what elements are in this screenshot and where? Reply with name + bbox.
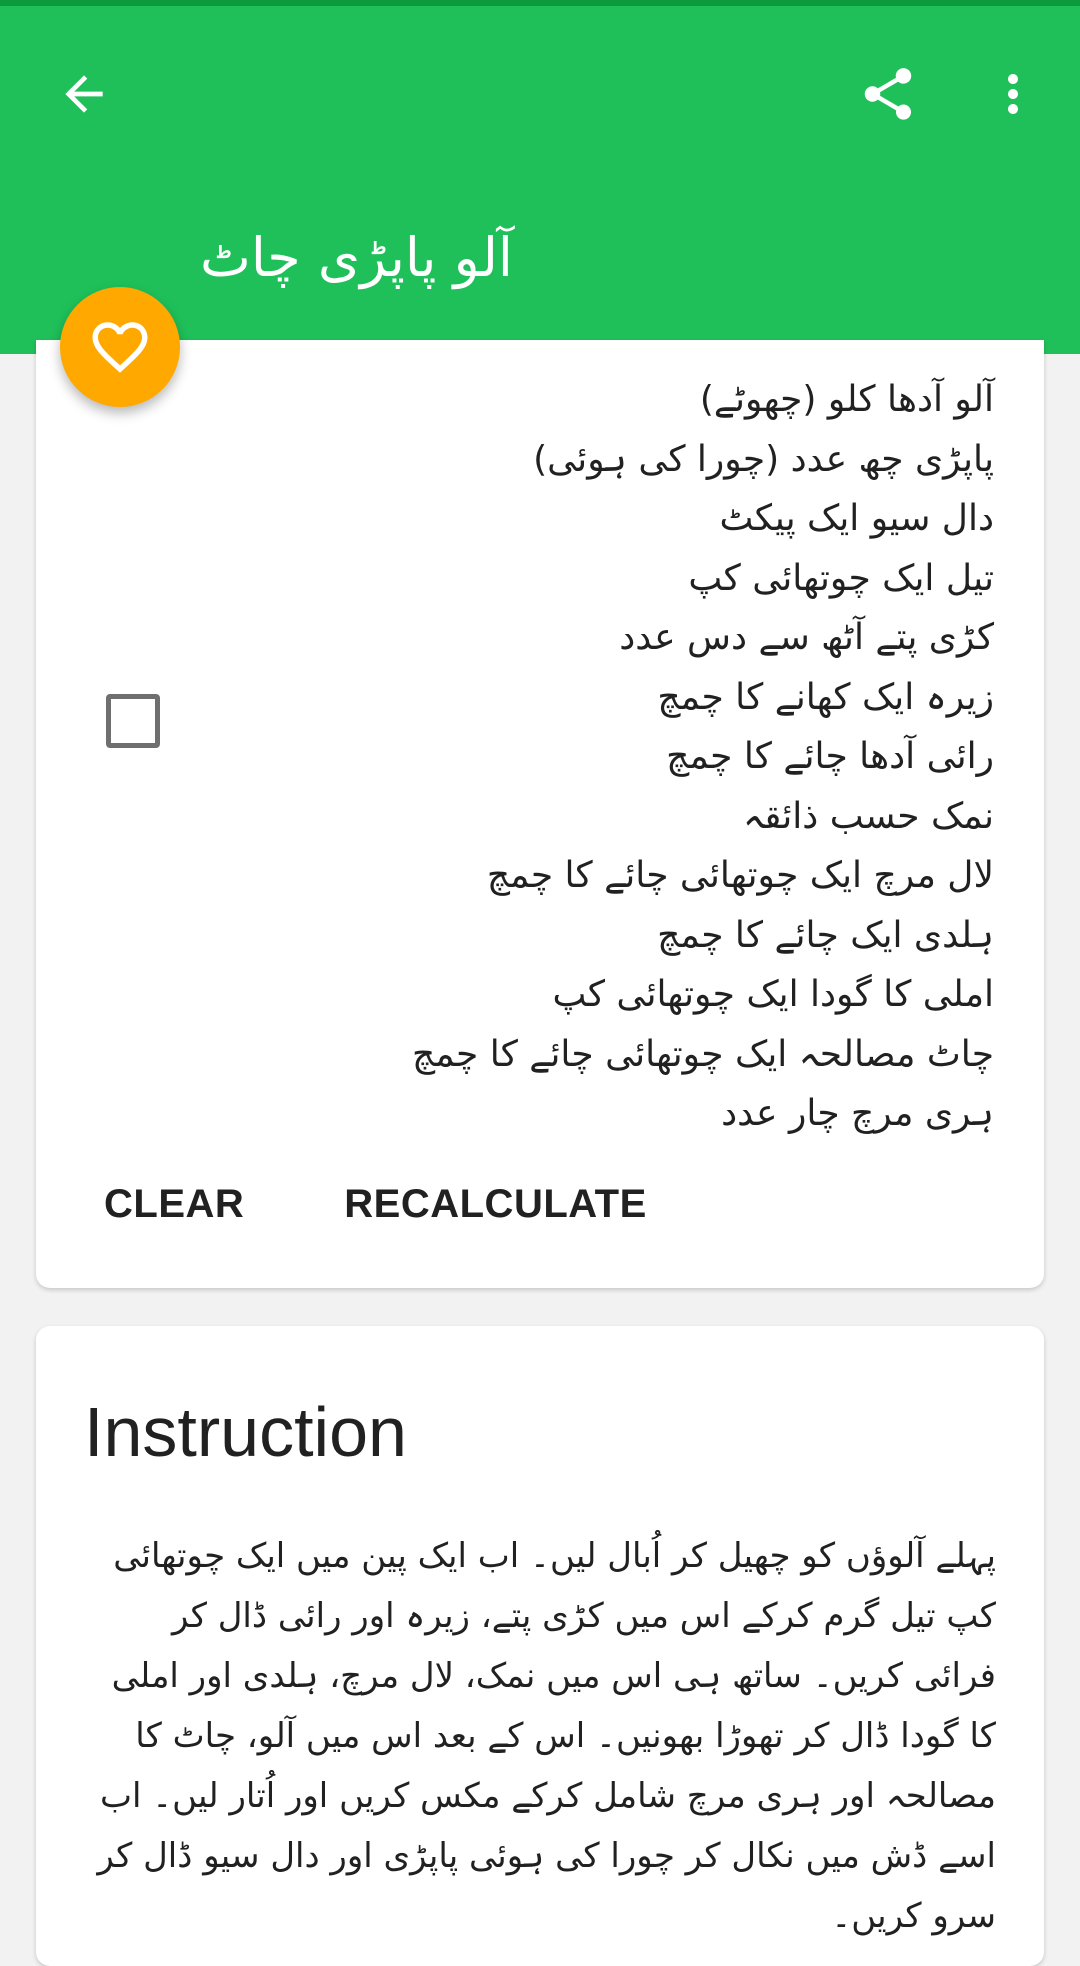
back-button[interactable] [36, 46, 132, 142]
heart-icon [92, 322, 148, 373]
ingredients-card: آلو آدھا کلو (چھوٹے) پاپڑی چھ عدد (چورا … [36, 340, 1044, 1288]
ingredient-item: لال مرچ ایک چوتھائی چائے کا چمچ [486, 855, 994, 896]
ingredient-item: چاٹ مصالحہ ایک چوتھائی چائے کا چمچ [412, 1033, 994, 1075]
ingredient-item: ہلدی ایک چائے کا چمچ [657, 914, 994, 956]
instruction-card: Instruction پہلے آلوؤں کو چھیل کر اُبال … [36, 1326, 1044, 1966]
instruction-title: Instruction [84, 1393, 407, 1471]
share-icon [864, 68, 912, 120]
app-bar: آلو پاپڑی چاٹ [0, 6, 1080, 354]
ingredient-item: املی کا گودا ایک چوتھائی کپ [552, 974, 995, 1015]
share-button[interactable] [840, 46, 936, 142]
instruction-text: پہلے آلوؤں کو چھیل کر اُبال لیں۔ اب ایک … [97, 1536, 996, 1936]
more-options-button[interactable] [965, 46, 1061, 142]
clear-button[interactable]: CLEAR [104, 1182, 244, 1227]
ingredients-checkbox[interactable] [106, 694, 160, 748]
ingredient-item: دال سیو ایک پیکٹ [719, 498, 995, 539]
arrow-back-icon [65, 75, 103, 113]
ingredient-actions: CLEAR RECALCULATE [104, 1182, 647, 1227]
page-title: آلو پاپڑی چاٹ [200, 226, 513, 289]
ingredient-item: کڑی پتے آٹھ سے دس عدد [619, 617, 994, 658]
ingredient-item: تیل ایک چوتھائی کپ [688, 557, 994, 599]
ingredient-item: پاپڑی چھ عدد (چورا کی ہوئی) [533, 438, 994, 480]
ingredient-item: آلو آدھا کلو (چھوٹے) [699, 379, 994, 420]
favorite-button[interactable] [60, 287, 180, 407]
recalculate-button[interactable]: RECALCULATE [344, 1182, 647, 1227]
ingredient-item: رائی آدھا چائے کا چمچ [666, 736, 994, 777]
ingredient-list: آلو آدھا کلو (چھوٹے) پاپڑی چھ عدد (چورا … [294, 370, 994, 1144]
ingredient-item: نمک حسب ذائقہ [742, 795, 994, 837]
ingredient-item: ہری مرچ چار عدد [721, 1093, 994, 1134]
ingredient-item: زیرہ ایک کھانے کا چمچ [657, 676, 994, 718]
more-vert-icon [1008, 74, 1018, 114]
